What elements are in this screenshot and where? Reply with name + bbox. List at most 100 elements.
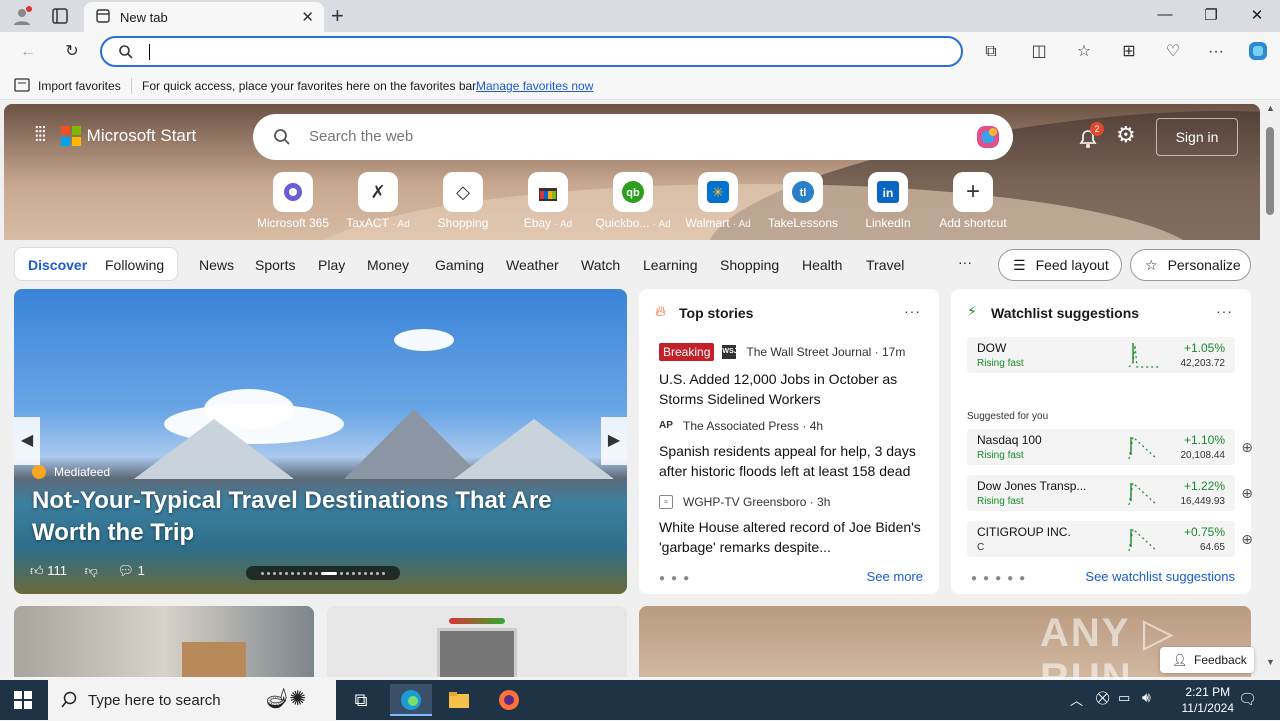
import-favorites-icon[interactable] bbox=[14, 78, 30, 95]
shortcut-taxact[interactable]: ✗ TaxACT · Ad bbox=[333, 172, 423, 230]
nav-health[interactable]: Health bbox=[802, 257, 842, 273]
feedback-button[interactable]: 👤︎ Feedback bbox=[1160, 647, 1254, 673]
shortcut-quickbooks[interactable]: qb Quickbo... · Ad bbox=[588, 172, 678, 230]
network-icon[interactable]: ⛒ bbox=[1096, 690, 1109, 706]
story-title[interactable]: U.S. Added 12,000 Jobs in October as Sto… bbox=[659, 369, 929, 409]
brand[interactable]: ⁞⁞⁞ Microsoft Start bbox=[34, 124, 196, 147]
carousel-next-button[interactable]: ▶ bbox=[601, 417, 627, 465]
shortcut-ebay[interactable]: Ebay · Ad bbox=[503, 172, 593, 230]
watchlist-row[interactable]: Nasdaq 100 Rising fast +1.10% 20,108.44 … bbox=[967, 429, 1253, 465]
file-explorer-icon[interactable] bbox=[438, 684, 480, 716]
tab-following[interactable]: Following bbox=[105, 257, 164, 273]
feed-layout-button[interactable]: ☰ Feed layout bbox=[998, 249, 1122, 281]
shortcut-linkedin[interactable]: in LinkedIn bbox=[843, 172, 933, 230]
story-headline[interactable]: Not-Your-Typical Travel Destinations Tha… bbox=[32, 485, 622, 549]
comment-icon[interactable]: 💬︎ bbox=[117, 563, 134, 578]
top-stories-pager[interactable]: ●●● bbox=[659, 573, 695, 584]
watchlist-row[interactable]: DOW Rising fast +1.05% 42,203.72 bbox=[967, 337, 1235, 373]
page-scrollbar[interactable]: ▲ ▼ bbox=[1262, 101, 1280, 677]
like-count: 111 bbox=[47, 563, 67, 578]
carousel-indicator[interactable] bbox=[246, 566, 400, 580]
tab-new-tab[interactable]: New tab ✕ bbox=[84, 2, 324, 32]
window-close-icon[interactable]: ✕ bbox=[1242, 6, 1272, 24]
settings-more-icon[interactable]: ··· bbox=[1204, 40, 1228, 64]
taskbar-search-box[interactable]: Type here to search 🪔︎✺ bbox=[48, 680, 336, 720]
import-favorites-button[interactable]: Import favorites bbox=[38, 79, 121, 93]
split-screen-icon[interactable]: ◫ bbox=[1027, 40, 1051, 64]
apps-grid-icon[interactable]: ⁞⁞⁞ bbox=[34, 124, 47, 147]
thumbs-up-icon[interactable]: 👍︎ bbox=[30, 563, 44, 578]
collections-icon[interactable]: ⊞ bbox=[1117, 40, 1141, 64]
nav-travel[interactable]: Travel bbox=[866, 257, 904, 273]
story-item[interactable]: Breaking WSJ The Wall Street Journal · 17m… bbox=[659, 343, 929, 409]
copilot-icon[interactable] bbox=[973, 122, 1003, 155]
nav-watch[interactable]: Watch bbox=[581, 257, 620, 273]
add-to-watchlist-icon[interactable]: ⊕ bbox=[1241, 485, 1253, 502]
volume-icon[interactable]: 🔊︎ bbox=[1142, 689, 1151, 706]
watchlist-row[interactable]: Dow Jones Transp... Rising fast +1.22% 1… bbox=[967, 475, 1253, 511]
nav-money[interactable]: Money bbox=[367, 257, 409, 273]
taskbar-clock[interactable]: 2:21 PM 11/1/2024 bbox=[1182, 684, 1235, 716]
wifi-icon[interactable]: ▭ bbox=[1118, 690, 1130, 706]
search-highlight-icon[interactable]: 🪔︎✺ bbox=[264, 686, 306, 711]
tab-actions-icon[interactable] bbox=[52, 8, 68, 27]
add-shortcut-button[interactable]: + Add shortcut bbox=[928, 172, 1018, 230]
tab-discover[interactable]: Discover bbox=[28, 257, 87, 273]
minimize-icon[interactable]: — bbox=[1150, 6, 1180, 23]
restore-icon[interactable]: ❐ bbox=[1196, 6, 1226, 24]
refresh-icon[interactable]: ↻ bbox=[60, 40, 84, 64]
top-stories-more-button[interactable]: ··· bbox=[904, 303, 921, 319]
extensions-icon[interactable]: ⧉ bbox=[979, 40, 1003, 64]
notifications-center-icon[interactable]: 🗨︎ bbox=[1238, 690, 1257, 708]
featured-story-card[interactable]: ◀ ▶ Mediafeed Not-Your-Typical Travel De… bbox=[14, 289, 627, 594]
story-item[interactable]: ▫ WGHP-TV Greensboro · 3h White House alt… bbox=[659, 495, 929, 557]
task-view-icon[interactable]: ⧉ bbox=[340, 684, 382, 716]
shortcut-takelessons[interactable]: tl TakeLessons bbox=[758, 172, 848, 230]
new-tab-plus-icon[interactable]: + bbox=[331, 3, 344, 29]
close-tab-icon[interactable]: ✕ bbox=[301, 8, 314, 26]
firefox-icon[interactable] bbox=[488, 684, 530, 716]
shortcut-microsoft-365[interactable]: Microsoft 365 bbox=[248, 172, 338, 230]
nav-news[interactable]: News bbox=[199, 257, 234, 273]
shortcut-walmart[interactable]: ✳ Walmart · Ad bbox=[673, 172, 763, 230]
nav-weather[interactable]: Weather bbox=[506, 257, 559, 273]
story-card[interactable] bbox=[327, 606, 627, 677]
nav-more-button[interactable]: ··· bbox=[958, 254, 972, 270]
nav-gaming[interactable]: Gaming bbox=[435, 257, 484, 273]
web-search-box[interactable]: Search the web bbox=[253, 114, 1013, 160]
profile-icon[interactable] bbox=[12, 6, 32, 26]
nav-sports[interactable]: Sports bbox=[255, 257, 295, 273]
address-bar[interactable] bbox=[100, 36, 963, 67]
story-title[interactable]: Spanish residents appeal for help, 3 day… bbox=[659, 441, 929, 481]
sign-in-button[interactable]: Sign in bbox=[1156, 118, 1238, 156]
add-to-watchlist-icon[interactable]: ⊕ bbox=[1241, 439, 1253, 456]
manage-favorites-link[interactable]: Manage favorites now bbox=[476, 79, 593, 93]
watchlist-more-button[interactable]: ··· bbox=[1216, 303, 1233, 319]
back-arrow-icon[interactable]: ← bbox=[16, 40, 40, 64]
watchlist-row[interactable]: CITIGROUP INC. C +0.75% 64.65 ⊕ bbox=[967, 521, 1253, 557]
story-card[interactable] bbox=[14, 606, 314, 677]
personalize-button[interactable]: ☆ Personalize bbox=[1130, 249, 1251, 281]
see-more-link[interactable]: See more bbox=[867, 569, 923, 584]
add-to-watchlist-icon[interactable]: ⊕ bbox=[1241, 531, 1253, 548]
nav-learning[interactable]: Learning bbox=[643, 257, 698, 273]
scroll-thumb[interactable] bbox=[1266, 127, 1274, 215]
nav-shopping[interactable]: Shopping bbox=[720, 257, 779, 273]
scroll-up-arrow-icon[interactable]: ▲ bbox=[1266, 103, 1275, 113]
sparkline bbox=[1128, 481, 1158, 506]
copilot-icon[interactable] bbox=[1246, 40, 1270, 64]
see-watchlist-link[interactable]: See watchlist suggestions bbox=[1085, 569, 1235, 584]
carousel-prev-button[interactable]: ◀ bbox=[14, 417, 40, 465]
windows-start-icon[interactable] bbox=[14, 691, 32, 712]
browser-essentials-icon[interactable]: ♡ bbox=[1161, 40, 1185, 64]
settings-gear-icon[interactable]: ⚙ bbox=[1116, 122, 1136, 148]
watchlist-pager[interactable]: ●●●●● bbox=[971, 573, 1031, 584]
favorites-star-icon[interactable]: ☆ bbox=[1072, 40, 1096, 64]
story-title[interactable]: White House altered record of Joe Biden'… bbox=[659, 517, 929, 557]
shortcut-shopping[interactable]: ◇ Shopping bbox=[418, 172, 508, 230]
nav-play[interactable]: Play bbox=[318, 257, 345, 273]
edge-browser-icon[interactable] bbox=[390, 684, 432, 716]
story-item[interactable]: AP The Associated Press · 4h Spanish resi… bbox=[659, 419, 929, 481]
show-hidden-icons-chevron-icon[interactable]: ︿ bbox=[1070, 690, 1083, 709]
thumbs-down-icon[interactable]: 👎︎ bbox=[85, 563, 98, 578]
